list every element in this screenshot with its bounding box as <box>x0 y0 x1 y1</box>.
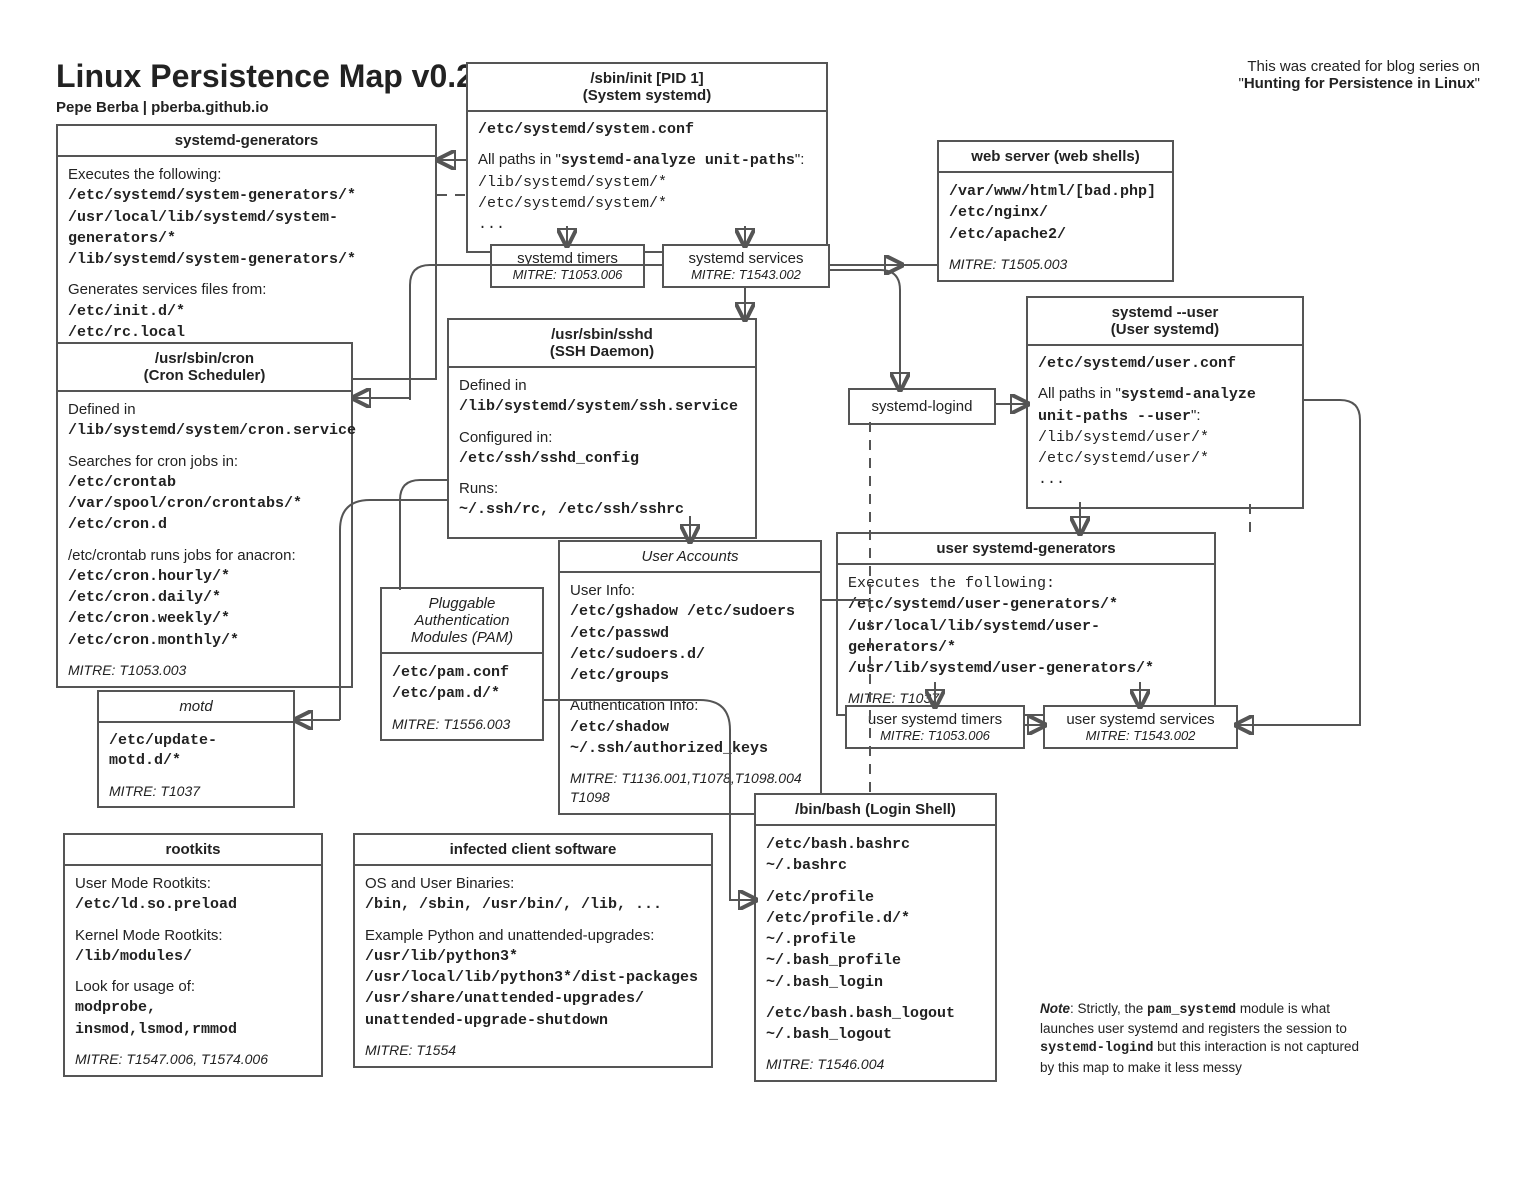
node-sshd: /usr/sbin/sshd(SSH Daemon) Defined in/li… <box>447 318 757 539</box>
page-title: Linux Persistence Map v0.2 Pepe Berba | … <box>56 58 474 116</box>
node-systemd-logind: systemd-logind <box>848 388 996 425</box>
title-text: Linux Persistence Map v0.2 <box>56 58 474 95</box>
node-user-timers: user systemd timersMITRE: T1053.006 <box>845 705 1025 749</box>
top-note-line1: This was created for blog series on <box>1238 58 1480 75</box>
node-motd: motd /etc/update-motd.d/* MITRE: T1037 <box>97 690 295 808</box>
node-bash: /bin/bash (Login Shell) /etc/bash.bashrc… <box>754 793 997 1082</box>
node-user-accounts: User Accounts User Info: /etc/gshadow /e… <box>558 540 822 815</box>
top-note: This was created for blog series on "Hun… <box>1238 58 1480 92</box>
node-systemd-services: systemd servicesMITRE: T1543.002 <box>662 244 830 288</box>
top-note-line2: "Hunting for Persistence in Linux" <box>1238 75 1480 92</box>
node-cron: /usr/sbin/cron(Cron Scheduler) Defined i… <box>56 342 353 688</box>
node-rootkits: rootkits User Mode Rootkits:/etc/ld.so.p… <box>63 833 323 1077</box>
author-text: Pepe Berba | pberba.github.io <box>56 99 474 116</box>
node-pam: PluggableAuthenticationModules (PAM) /et… <box>380 587 544 741</box>
node-web-server: web server (web shells) /var/www/html/[b… <box>937 140 1174 282</box>
node-systemd-timers: systemd timersMITRE: T1053.006 <box>490 244 645 288</box>
node-user-services: user systemd servicesMITRE: T1543.002 <box>1043 705 1238 749</box>
node-systemd-user: systemd --user(User systemd) /etc/system… <box>1026 296 1304 509</box>
node-user-generators: user systemd-generators Executes the fol… <box>836 532 1216 716</box>
node-init: /sbin/init [PID 1](System systemd) /etc/… <box>466 62 828 253</box>
node-infected-software: infected client software OS and User Bin… <box>353 833 713 1068</box>
footer-note: Note: Strictly, the pam_systemd module i… <box>1040 1000 1365 1077</box>
